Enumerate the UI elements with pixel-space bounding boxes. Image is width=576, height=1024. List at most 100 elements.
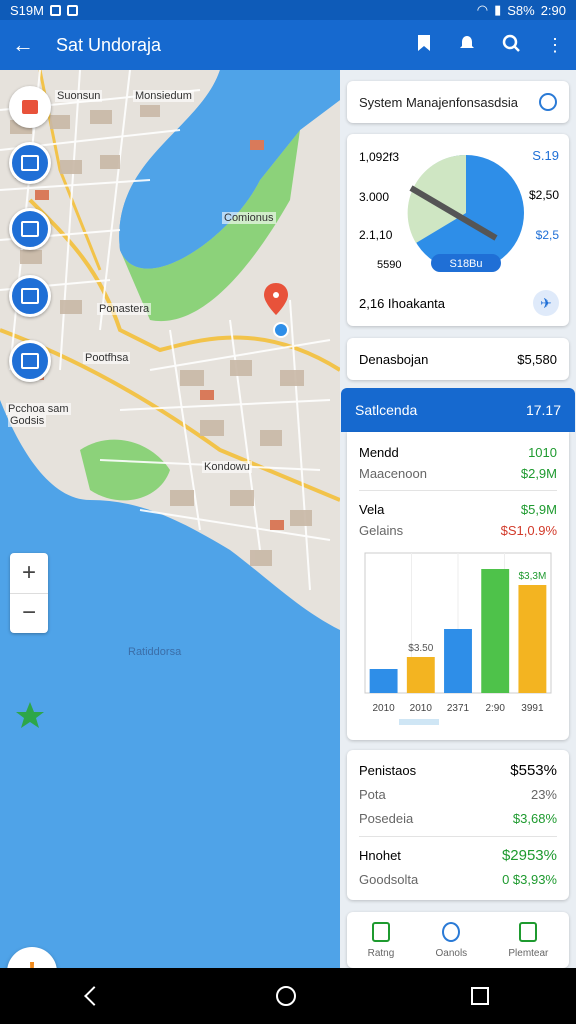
bar bbox=[406, 657, 435, 693]
bar-chart: 2010 $3.50 2010 2371 2:90 $3,3M 3991 bbox=[364, 552, 552, 725]
tab-label: Plemtear bbox=[508, 947, 549, 959]
zoom-in-button[interactable]: + bbox=[10, 553, 48, 593]
right-panel: System Manajenfonsasdsia 1,092f3 3.000 2… bbox=[340, 70, 576, 968]
finance-card: Penistaos $553% Pota 23% Posedeia $3,68% Hn… bbox=[347, 750, 569, 900]
bookmark-icon[interactable] bbox=[416, 34, 432, 57]
stats-header-label: Satlcenda bbox=[355, 402, 418, 418]
filter-icon[interactable] bbox=[9, 142, 51, 184]
gauge-right-value: $2,50 bbox=[528, 188, 559, 202]
search-icon[interactable] bbox=[502, 34, 520, 57]
gauge-chart: S18Bu bbox=[407, 154, 524, 272]
system-card[interactable]: System Manajenfonsasdsia bbox=[347, 81, 569, 123]
summary-value: $5,580 bbox=[517, 351, 557, 367]
tab-panels[interactable]: Oanols bbox=[435, 921, 468, 959]
stats-value: 1010 bbox=[528, 444, 557, 460]
notification-icon bbox=[49, 4, 61, 16]
layers-icon[interactable] bbox=[9, 86, 51, 128]
map-mode-icon[interactable] bbox=[9, 340, 51, 382]
bar-data-label: $3.50 bbox=[408, 643, 433, 654]
map-label: Godsis bbox=[8, 415, 47, 427]
x-tick-label: 3991 bbox=[521, 703, 544, 714]
finance-value: 23% bbox=[530, 786, 557, 802]
summary-row[interactable]: Denasbojan $5,580 bbox=[347, 338, 569, 380]
photo-icon[interactable] bbox=[9, 275, 51, 317]
bar bbox=[444, 629, 472, 693]
nav-recents-icon[interactable] bbox=[470, 987, 489, 1005]
nav-home-icon[interactable] bbox=[275, 986, 296, 1006]
plane-icon[interactable]: ✈ bbox=[533, 290, 559, 316]
finance-value: $3,68% bbox=[512, 810, 557, 826]
status-bar: S19M ◠ ▮ S8% 2:90 bbox=[0, 0, 576, 20]
x-tick-label: 2:90 bbox=[485, 703, 505, 714]
notifications-icon[interactable] bbox=[458, 34, 476, 57]
gauge-right-value: $2,5 bbox=[535, 228, 559, 242]
stats-value: $2,9M bbox=[520, 465, 557, 481]
tab-planner[interactable]: Plemtear bbox=[508, 921, 549, 959]
map-label: Pcchoa sam bbox=[6, 403, 71, 415]
shield-icon bbox=[371, 921, 390, 942]
x-tick-label: 2010 bbox=[410, 703, 433, 714]
gauge-card: 1,092f3 3.000 2.1,10 5590 S18Bu S.19 $2,… bbox=[347, 134, 569, 326]
stats-value: $S1,0.9% bbox=[500, 522, 557, 538]
map-view[interactable]: Suonsun Monsiedum Comionus Ponastera Poo… bbox=[0, 70, 340, 968]
nav-back-icon[interactable] bbox=[84, 986, 105, 1006]
stats-card: Mendd 1010 Maacenoon $2,9M Vela $5,9M Ge… bbox=[347, 432, 569, 740]
wifi-icon: ◠ bbox=[476, 2, 489, 17]
back-arrow-icon[interactable]: ← bbox=[12, 32, 42, 58]
route-icon[interactable] bbox=[9, 208, 51, 250]
map-label: Monsiedum bbox=[133, 90, 194, 102]
map-canvas bbox=[0, 70, 340, 968]
person-icon bbox=[442, 921, 461, 942]
gauge-value: 3.000 bbox=[359, 190, 390, 204]
stats-label: Maacenoon bbox=[359, 465, 427, 481]
bar bbox=[518, 585, 547, 693]
gauge-footer: 2,16 Ihoakanta bbox=[359, 296, 446, 311]
stats-header-value: 17.17 bbox=[525, 402, 561, 418]
stats-value: $5,9M bbox=[520, 501, 557, 517]
x-tick-label: 2010 bbox=[372, 703, 395, 714]
map-label: Suonsun bbox=[55, 90, 103, 102]
map-label: Pootfhsa bbox=[83, 352, 131, 364]
map-label: Kondowu bbox=[202, 461, 252, 473]
gauge-right-value: S.19 bbox=[532, 148, 559, 163]
tab-label: Oanols bbox=[435, 947, 468, 959]
map-label: Ponastera bbox=[97, 303, 152, 315]
tab-label: Ratng bbox=[367, 947, 395, 959]
more-options-icon[interactable]: ⋮ bbox=[546, 35, 564, 56]
stats-header[interactable]: Satlcenda 17.17 bbox=[341, 388, 575, 432]
bar-data-label: $3,3M bbox=[519, 571, 547, 582]
x-tick-label: 2371 bbox=[447, 703, 470, 714]
gallery-icon bbox=[66, 4, 78, 16]
finance-label: Posedeia bbox=[359, 810, 414, 826]
stats-label: Mendd bbox=[359, 444, 399, 460]
bar bbox=[369, 669, 398, 693]
zoom-out-button[interactable]: − bbox=[10, 592, 48, 634]
finance-label: Penistaos bbox=[359, 762, 417, 778]
status-time-right: 2:90 bbox=[540, 2, 566, 18]
tab-rating[interactable]: Ratng bbox=[367, 921, 395, 959]
edit-icon[interactable] bbox=[539, 93, 557, 111]
stats-label: Vela bbox=[359, 501, 385, 517]
finance-value: $2953% bbox=[501, 846, 557, 864]
status-time-left: S19M bbox=[10, 2, 44, 18]
finance-value: $553% bbox=[510, 761, 557, 779]
calendar-icon bbox=[519, 921, 538, 942]
signal-icon: ▮ bbox=[494, 2, 502, 17]
gauge-center-label: S18Bu bbox=[449, 258, 482, 270]
gauge-value: 2.1,10 bbox=[359, 228, 393, 242]
bar bbox=[481, 569, 510, 693]
bottom-tabs: Ratng Oanols Plemtear bbox=[347, 912, 569, 968]
zoom-control: + − bbox=[10, 553, 48, 633]
system-nav-bar bbox=[0, 968, 576, 1024]
finance-value: 0 $3,93% bbox=[502, 871, 557, 887]
app-bar: ← Sat Undoraja ⋮ bbox=[0, 20, 576, 70]
page-title: Sat Undoraja bbox=[56, 34, 162, 55]
gauge-value: 1,092f3 bbox=[359, 150, 400, 164]
gauge-value: 5590 bbox=[377, 259, 402, 271]
chart-scroll-indicator bbox=[399, 719, 439, 725]
stats-label: Gelains bbox=[359, 522, 404, 538]
battery-label: S8% bbox=[507, 2, 535, 18]
system-title: System Manajenfonsasdsia bbox=[359, 94, 518, 110]
finance-label: Pota bbox=[359, 786, 386, 802]
finance-label: Goodsolta bbox=[359, 871, 419, 887]
